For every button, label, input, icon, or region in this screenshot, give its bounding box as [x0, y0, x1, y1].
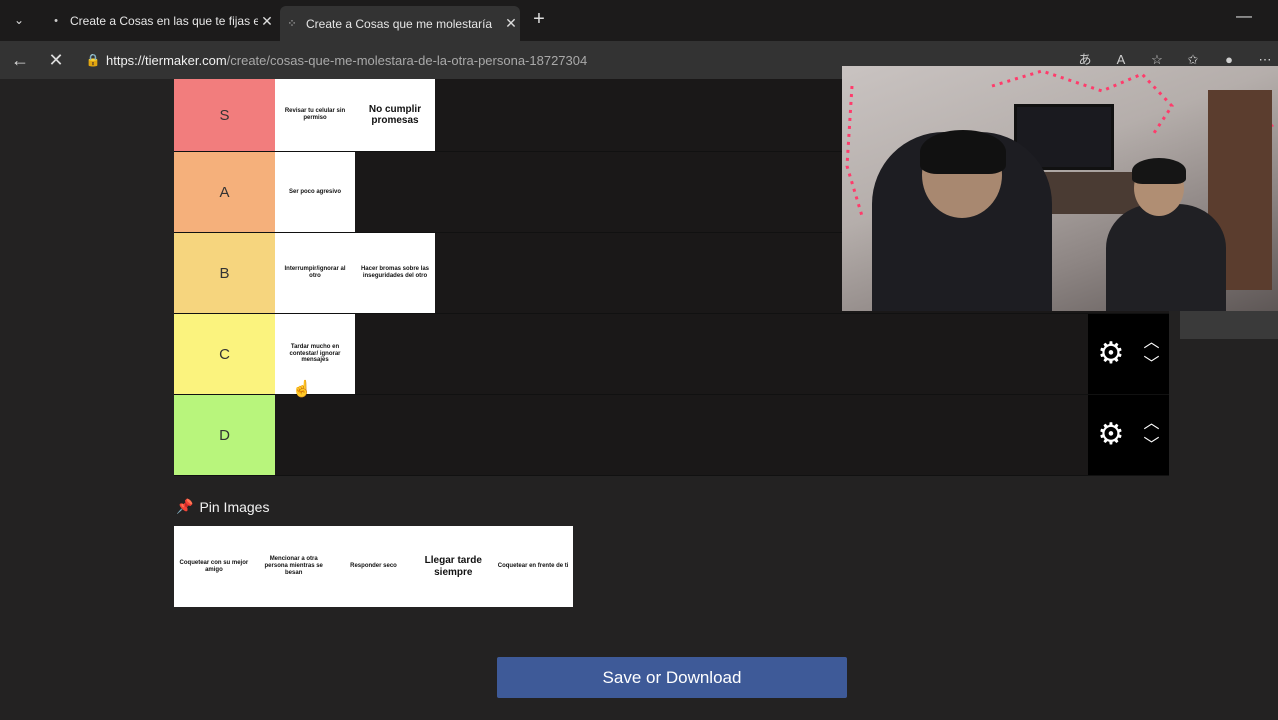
browser-tab-1[interactable]: • Create a Cosas en las que te fijas e ✕ — [44, 6, 276, 36]
move-row-arrows: ︿ ﹀ — [1143, 335, 1159, 373]
close-tab-icon[interactable]: ✕ — [502, 15, 520, 32]
chevron-down-icon[interactable]: ﹀ — [1143, 438, 1159, 454]
pool-card[interactable]: Mencionar a otra persona mientras se bes… — [253, 526, 334, 607]
move-row-arrows: ︿ ﹀ — [1143, 416, 1159, 454]
webcam-overlay — [842, 66, 1278, 311]
chevron-up-icon[interactable]: ︿ — [1143, 335, 1159, 351]
tab-actions-chevron-icon[interactable]: ⌄ — [6, 8, 32, 32]
pin-images-header[interactable]: 📌 Pin Images — [176, 498, 269, 515]
lock-icon: 🔒 — [85, 53, 101, 67]
tier-card[interactable]: Revisar tu celular sin permiso — [275, 79, 355, 151]
chevron-up-icon[interactable]: ︿ — [1143, 416, 1159, 432]
tier-label-a[interactable]: A — [174, 152, 275, 232]
tier-card[interactable]: Hacer bromas sobre las inseguridades del… — [355, 233, 435, 313]
tab-favicon-icon: • — [54, 15, 58, 27]
stop-loading-icon[interactable]: ✕ — [44, 49, 68, 71]
save-or-download-button[interactable]: Save or Download — [497, 657, 847, 698]
tab-title: Create a Cosas que me molestaría — [306, 16, 493, 31]
mouse-cursor-icon: ☝ — [292, 381, 312, 398]
tab-title: Create a Cosas en las que te fijas e — [70, 14, 258, 28]
url-path: /create/cosas-que-me-molestara-de-la-otr… — [226, 52, 588, 68]
tier-card[interactable]: Tardar mucho en contestar/ ignorar mensa… — [275, 314, 355, 394]
pool-card[interactable]: Coquetear con su mejor amigo — [174, 526, 254, 607]
webcam-person-2 — [1106, 204, 1226, 311]
gear-icon[interactable]: ⚙ — [1098, 339, 1125, 369]
tier-label-s[interactable]: S — [174, 79, 275, 151]
close-tab-icon[interactable]: ✕ — [258, 13, 276, 30]
tier-label-d[interactable]: D — [174, 395, 275, 475]
tier-row-d: D ⚙ ︿ ﹀ — [174, 395, 1169, 476]
tier-items-d[interactable] — [275, 395, 1169, 475]
browser-tab-2-active[interactable]: ⁘ Create a Cosas que me molestaría ✕ — [280, 6, 520, 41]
tier-card[interactable]: No cumplir promesas — [355, 79, 435, 151]
tier-card[interactable]: Interrumpir/ignorar al otro — [275, 233, 355, 313]
pool-card[interactable]: Llegar tarde siempre — [413, 526, 494, 607]
tier-row-c: C Tardar mucho en contestar/ ignorar men… — [174, 314, 1169, 395]
pool-card[interactable]: Responder seco — [333, 526, 414, 607]
tab-loading-icon: ⁘ — [287, 18, 297, 30]
url-host: https://tiermaker.com — [106, 52, 227, 68]
chevron-down-icon[interactable]: ﹀ — [1143, 357, 1159, 373]
pin-icon: 📌 — [176, 498, 194, 514]
pinned-images-pool[interactable]: Coquetear con su mejor amigo Mencionar a… — [174, 526, 573, 607]
new-tab-plus-icon[interactable]: + — [528, 8, 550, 32]
tier-label-b[interactable]: B — [174, 233, 275, 313]
overlay-gray-strip — [1180, 311, 1278, 339]
row-controls-c: ⚙ ︿ ﹀ — [1088, 314, 1169, 394]
pin-images-title: Pin Images — [199, 498, 270, 515]
webcam-person-2-hair — [1132, 158, 1186, 184]
tier-items-c[interactable]: Tardar mucho en contestar/ ignorar mensa… — [275, 314, 1169, 394]
tier-label-c[interactable]: C — [174, 314, 275, 394]
gear-icon[interactable]: ⚙ — [1098, 420, 1125, 450]
pool-card[interactable]: Coquetear en frente de ti — [493, 526, 573, 607]
row-controls-d: ⚙ ︿ ﹀ — [1088, 395, 1169, 475]
webcam-person-1-hair — [920, 130, 1006, 174]
tier-card[interactable]: Ser poco agresivo — [275, 152, 355, 232]
minimize-window-icon[interactable]: — — [1234, 8, 1254, 32]
browser-tab-bar: ⌄ • Create a Cosas en las que te fijas e… — [0, 0, 1278, 41]
back-arrow-icon[interactable]: ← — [8, 49, 32, 71]
